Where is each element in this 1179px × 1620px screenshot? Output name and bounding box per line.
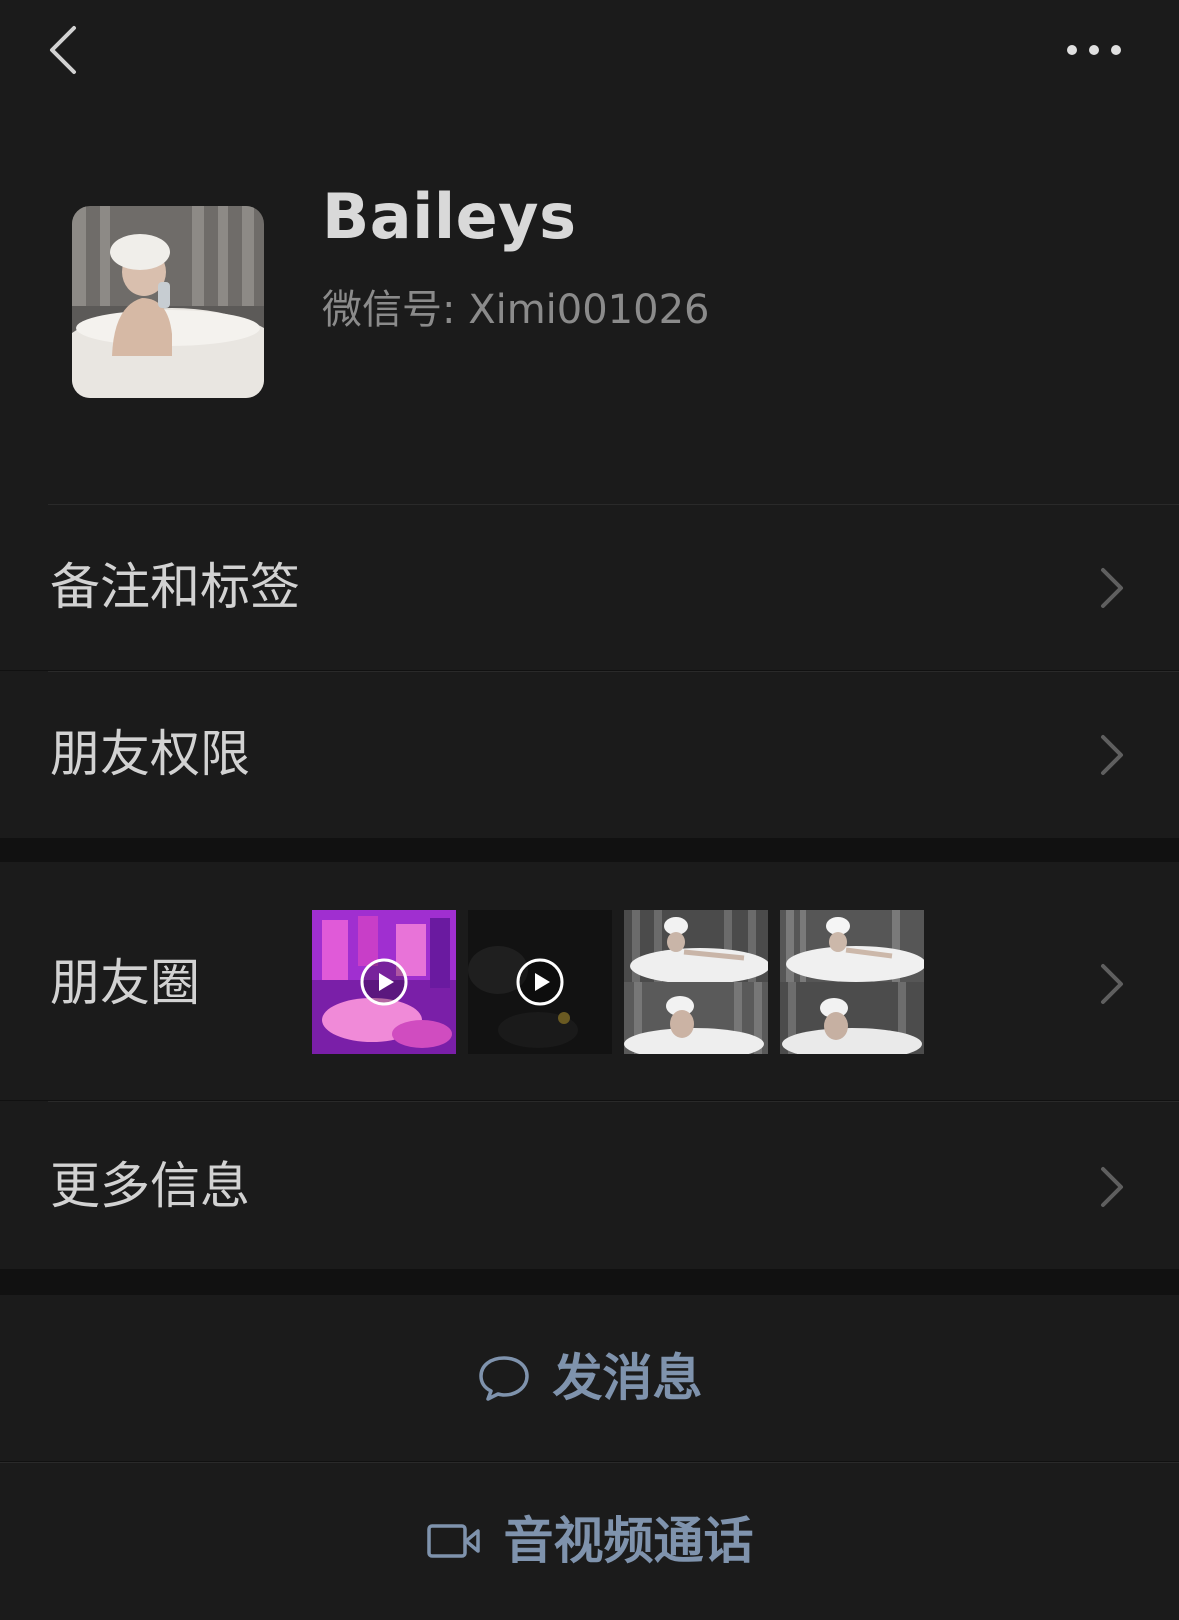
chat-bubble-icon <box>478 1356 529 1401</box>
av-call-label: 音视频通话 <box>503 1512 754 1570</box>
chevron-right-icon <box>1101 568 1123 608</box>
play-icon <box>516 958 564 1006</box>
send-message-button[interactable]: 发消息 <box>0 1295 1179 1461</box>
moments-thumbnail <box>624 910 768 1054</box>
moments-thumbnails <box>312 910 924 1054</box>
row-moments[interactable]: 朋友圈 <box>0 862 1179 1100</box>
ellipsis-icon[interactable] <box>1064 38 1124 62</box>
row-label: 朋友圈 <box>50 954 200 1012</box>
row-label: 朋友权限 <box>50 725 250 783</box>
contact-profile-page: Baileys 微信号: Ximi001026 备注和标签 朋友权限 朋友圈 更… <box>0 0 1179 1620</box>
moments-thumbnail <box>312 910 456 1054</box>
audio-video-call-button[interactable]: 音视频通话 <box>0 1462 1179 1620</box>
avatar-image <box>72 206 264 398</box>
chevron-left-icon[interactable] <box>44 22 88 78</box>
chevron-right-icon <box>1101 964 1123 1004</box>
send-message-label: 发消息 <box>552 1349 703 1407</box>
send-message-content: 发消息 <box>0 1295 1179 1461</box>
moments-thumbnail <box>780 910 924 1054</box>
profile-header: Baileys 微信号: Ximi001026 <box>0 100 1179 504</box>
top-nav-bar <box>0 0 1179 100</box>
row-label: 备注和标签 <box>50 558 300 616</box>
row-remark-and-tags[interactable]: 备注和标签 <box>0 504 1179 670</box>
divider <box>48 504 1179 505</box>
wechat-id: 微信号: Ximi001026 <box>322 287 710 333</box>
play-icon <box>360 958 408 1006</box>
video-camera-icon <box>426 1524 480 1558</box>
row-friend-permissions[interactable]: 朋友权限 <box>0 671 1179 838</box>
avatar[interactable] <box>72 206 264 398</box>
row-more-info[interactable]: 更多信息 <box>0 1101 1179 1269</box>
contact-name: Baileys <box>322 180 577 253</box>
chevron-right-icon <box>1101 735 1123 775</box>
row-label: 更多信息 <box>50 1157 250 1215</box>
divider <box>48 1101 1179 1102</box>
av-call-content: 音视频通话 <box>0 1462 1179 1620</box>
moments-thumbnail <box>468 910 612 1054</box>
divider <box>48 671 1179 672</box>
chevron-right-icon <box>1101 1167 1123 1207</box>
